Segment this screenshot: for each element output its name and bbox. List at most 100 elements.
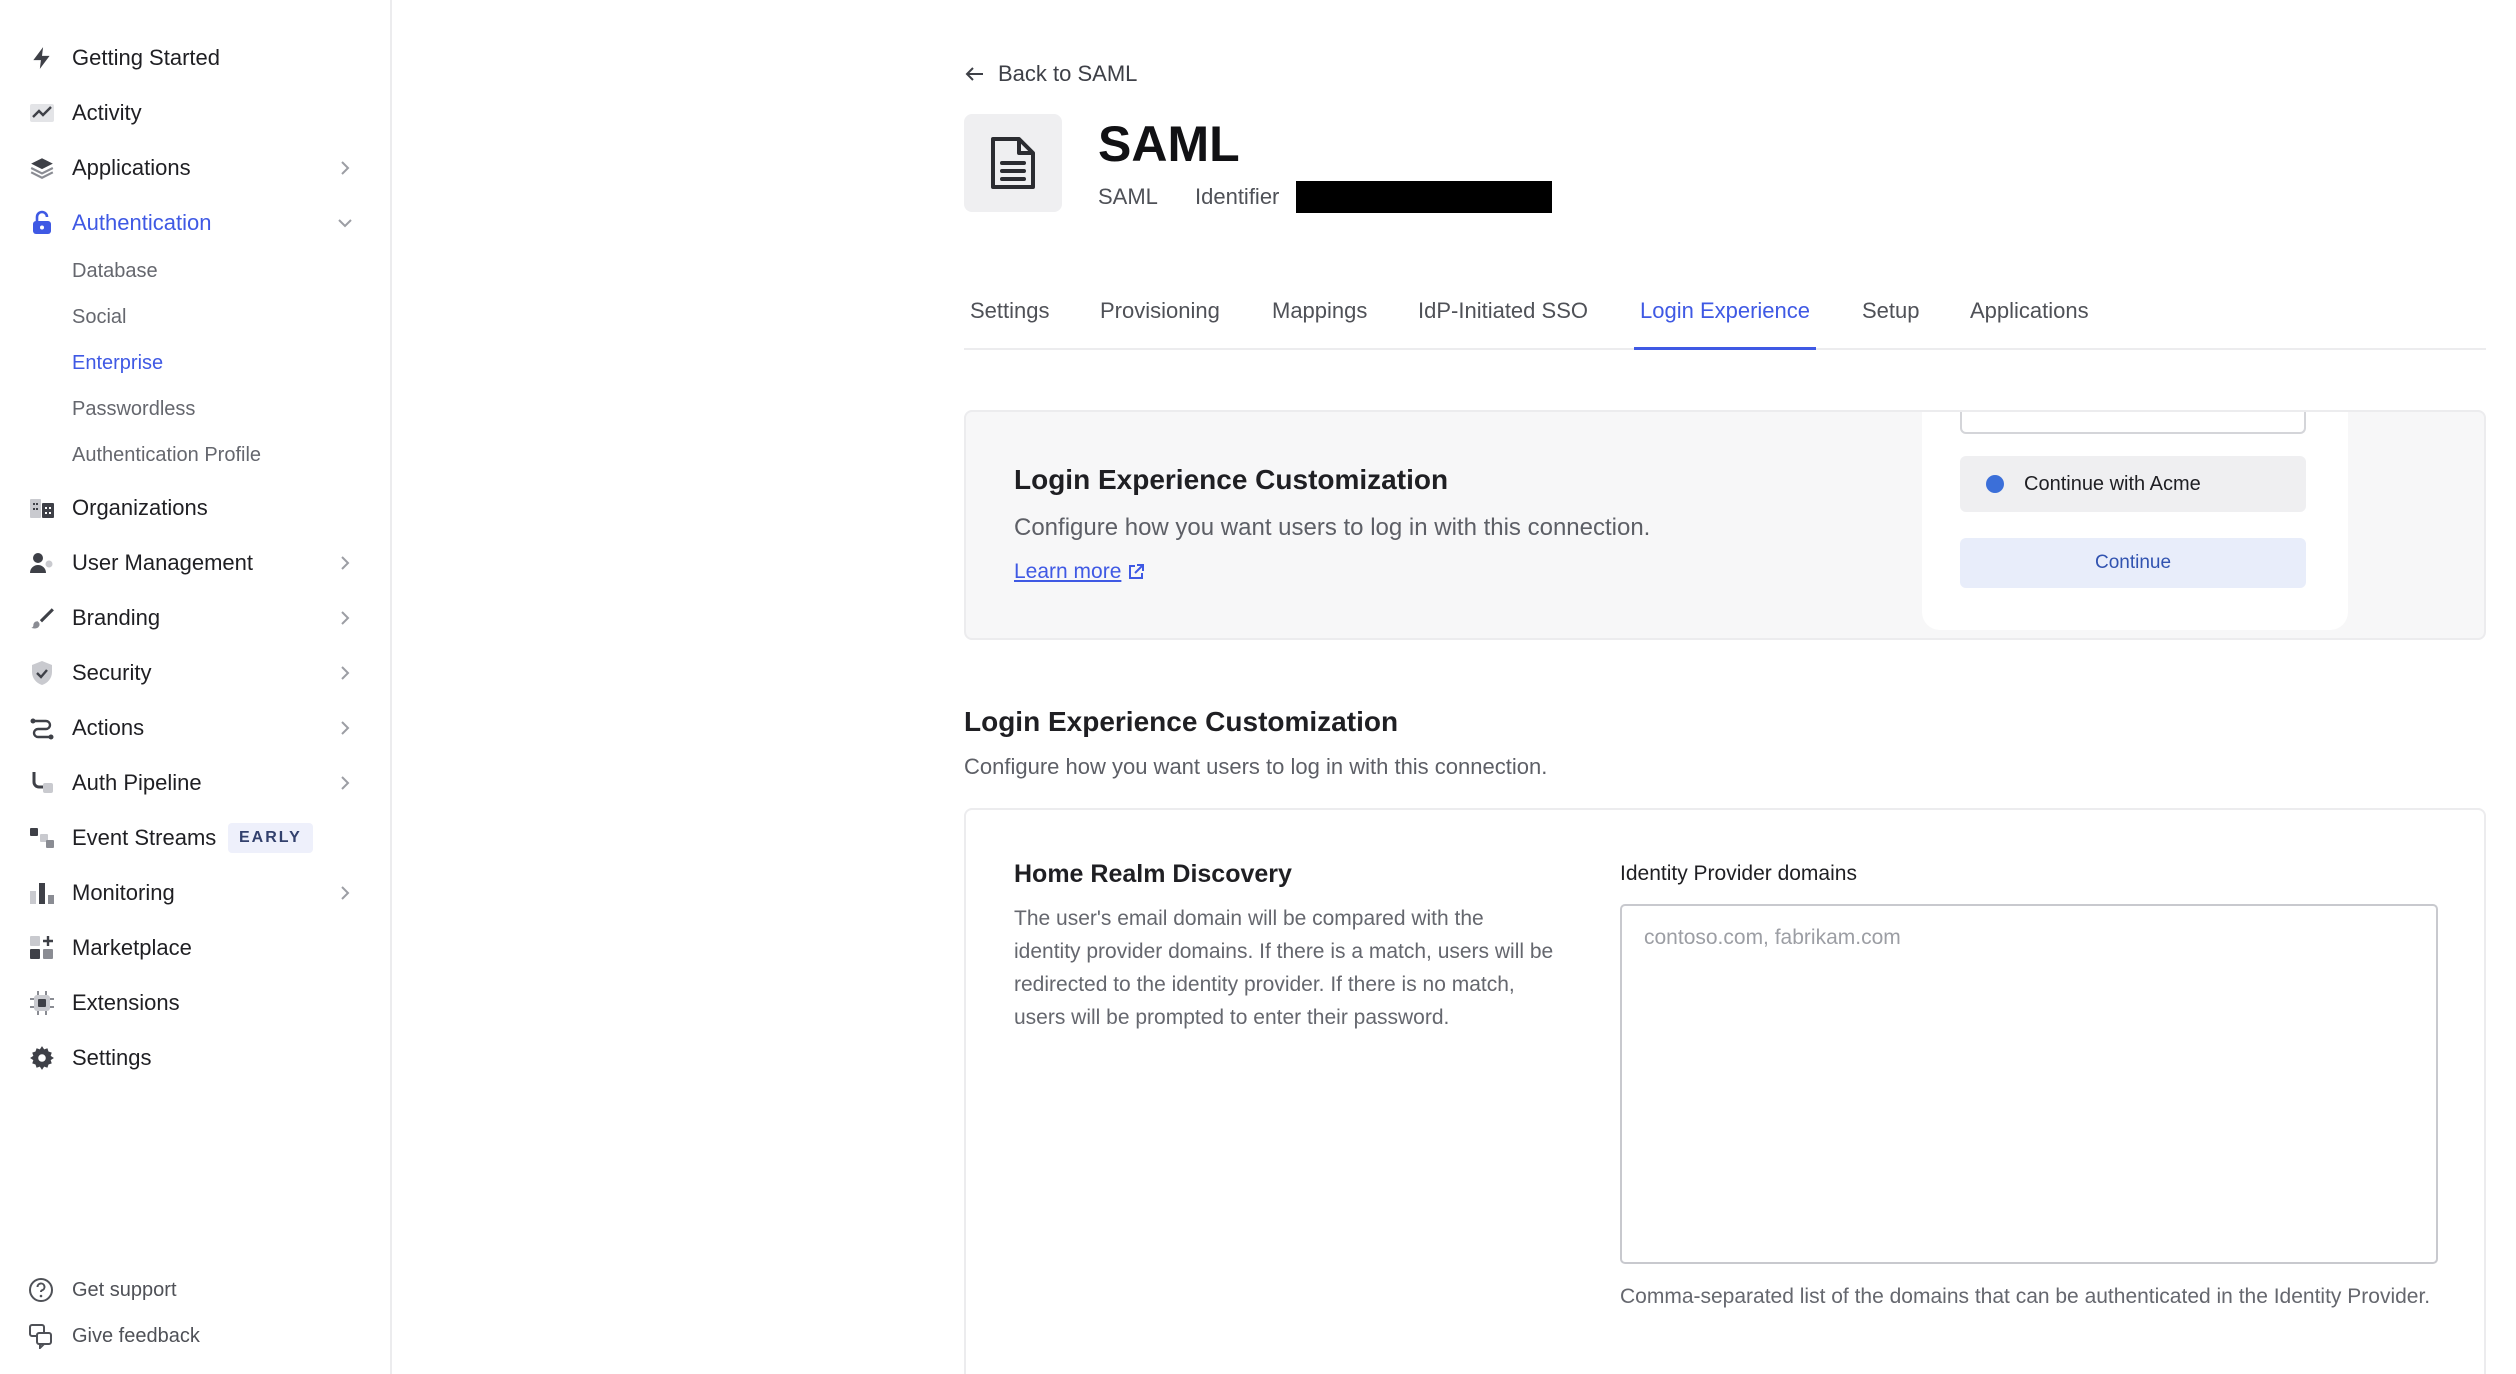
identifier-label: Identifier	[1195, 184, 1280, 209]
give-feedback-label: Give feedback	[72, 1324, 200, 1347]
sidebar-item-security[interactable]: Security	[0, 651, 390, 695]
connection-tabs: Settings Provisioning Mappings IdP-Initi…	[964, 290, 2486, 350]
sidebar-subitem-enterprise[interactable]: Enterprise	[72, 352, 163, 375]
sidebar-subitem-passwordless[interactable]: Passwordless	[72, 398, 195, 421]
chevron-down-icon	[338, 219, 352, 228]
preview-continue-button[interactable]: Continue	[1960, 538, 2306, 588]
tab-mappings[interactable]: Mappings	[1272, 290, 1367, 350]
identity-provider-domains-label: Identity Provider domains	[1620, 862, 1857, 885]
bolt-icon	[28, 44, 56, 72]
tab-idp-initiated-sso[interactable]: IdP-Initiated SSO	[1418, 290, 1588, 350]
sidebar-item-label: Organizations	[72, 495, 208, 520]
tab-login-experience[interactable]: Login Experience	[1634, 290, 1817, 350]
bar-chart-icon	[28, 879, 56, 907]
sidebar-item-settings[interactable]: Settings	[0, 1036, 390, 1080]
sidebar-item-monitoring[interactable]: Monitoring	[0, 871, 390, 915]
tab-settings[interactable]: Settings	[970, 290, 1050, 350]
chevron-right-icon	[341, 161, 350, 175]
login-widget-preview: Continue with Acme Continue	[1922, 412, 2348, 630]
sidebar-item-event-streams[interactable]: Event Streams EARLY	[0, 816, 390, 860]
sidebar: Getting Started Activity Applications Au…	[0, 0, 392, 1374]
home-realm-discovery-description: The user's email domain will be compared…	[1014, 907, 1554, 1029]
sidebar-item-label: Marketplace	[72, 935, 192, 960]
chip-icon	[28, 989, 56, 1017]
tab-setup[interactable]: Setup	[1862, 290, 1920, 350]
home-realm-discovery-title: Home Realm Discovery	[1014, 860, 1292, 888]
sidebar-item-marketplace[interactable]: Marketplace	[0, 926, 390, 970]
sidebar-item-label: Activity	[72, 100, 142, 125]
document-icon	[991, 137, 1035, 189]
preview-email-input	[1960, 412, 2306, 434]
external-link-icon	[1129, 564, 1145, 579]
section-title: Login Experience Customization	[964, 706, 1399, 737]
section-description: Configure how you want users to log in w…	[964, 754, 1548, 779]
sidebar-item-label: Getting Started	[72, 45, 220, 70]
home-realm-discovery-card: Home Realm Discovery The user's email do…	[964, 808, 2486, 1374]
streams-icon	[28, 824, 56, 852]
sidebar-item-organizations[interactable]: Organizations	[0, 486, 390, 530]
tab-applications[interactable]: Applications	[1970, 290, 2089, 350]
continue-with-acme-button[interactable]: Continue with Acme	[1960, 456, 2306, 512]
brush-icon	[28, 604, 56, 632]
learn-more-link[interactable]: Learn more	[1014, 560, 1145, 584]
identity-provider-domains-input[interactable]	[1620, 904, 2438, 1264]
sidebar-item-authentication[interactable]: Authentication	[0, 201, 390, 245]
give-feedback-link[interactable]: Give feedback	[0, 1318, 390, 1354]
feedback-icon	[29, 1324, 52, 1349]
pipeline-icon	[28, 769, 56, 797]
building-icon	[28, 494, 56, 522]
sidebar-item-activity[interactable]: Activity	[0, 91, 390, 135]
login-experience-preview-card: Login Experience Customization Configure…	[964, 410, 2486, 640]
sidebar-item-label: User Management	[72, 550, 253, 575]
continue-with-acme-label: Continue with Acme	[2024, 472, 2201, 495]
back-link-label: Back to SAML	[998, 61, 1138, 86]
chevron-right-icon	[341, 721, 350, 735]
learn-more-label: Learn more	[1014, 560, 1122, 583]
sidebar-item-label: Auth Pipeline	[72, 770, 202, 795]
identity-provider-domains-help: Comma-separated list of the domains that…	[1620, 1285, 2431, 1308]
sidebar-subitem-database[interactable]: Database	[72, 260, 158, 283]
page-title: SAML	[1098, 116, 1240, 172]
layers-icon	[28, 154, 56, 182]
sidebar-subitem-authentication-profile[interactable]: Authentication Profile	[72, 444, 261, 467]
help-circle-icon	[29, 1278, 53, 1302]
preview-title: Login Experience Customization	[1014, 464, 1449, 495]
preview-description: Configure how you want users to log in w…	[1014, 514, 1651, 541]
identifier-value-redacted	[1296, 181, 1552, 213]
sidebar-item-label: Settings	[72, 1045, 152, 1070]
sidebar-item-actions[interactable]: Actions	[0, 706, 390, 750]
back-to-saml-link[interactable]: Back to SAML	[964, 58, 1137, 90]
sidebar-item-label: Authentication	[72, 210, 212, 235]
sidebar-item-label: Event Streams	[72, 825, 217, 850]
shield-icon	[28, 659, 56, 687]
sidebar-item-label: Branding	[72, 605, 161, 630]
sidebar-item-branding[interactable]: Branding	[0, 596, 390, 640]
sidebar-item-applications[interactable]: Applications	[0, 146, 390, 190]
sidebar-item-label: Actions	[72, 715, 145, 740]
sidebar-subitem-social[interactable]: Social	[72, 306, 126, 329]
get-support-label: Get support	[72, 1278, 177, 1301]
activity-chart-icon	[28, 99, 56, 127]
gear-icon	[28, 1044, 56, 1072]
connection-type: SAML	[1098, 184, 1158, 209]
chevron-right-icon	[341, 556, 350, 570]
sidebar-item-auth-pipeline[interactable]: Auth Pipeline	[0, 761, 390, 805]
sidebar-item-extensions[interactable]: Extensions	[0, 981, 390, 1025]
early-badge: EARLY	[228, 823, 313, 853]
sidebar-item-label: Applications	[72, 155, 191, 180]
get-support-link[interactable]: Get support	[0, 1272, 390, 1308]
sidebar-item-getting-started[interactable]: Getting Started	[0, 36, 390, 80]
sidebar-item-label: Extensions	[72, 990, 180, 1015]
chevron-right-icon	[341, 611, 350, 625]
flow-icon	[28, 714, 56, 742]
chevron-right-icon	[341, 666, 350, 680]
lock-icon	[28, 209, 56, 237]
connection-icon-tile	[964, 114, 1062, 212]
tab-provisioning[interactable]: Provisioning	[1100, 290, 1220, 350]
grid-plus-icon	[28, 934, 56, 962]
sidebar-item-label: Monitoring	[72, 880, 175, 905]
users-icon	[28, 549, 56, 577]
sidebar-item-user-management[interactable]: User Management	[0, 541, 390, 585]
idp-logo-dot	[1986, 475, 2004, 493]
sidebar-item-label: Security	[72, 660, 152, 685]
